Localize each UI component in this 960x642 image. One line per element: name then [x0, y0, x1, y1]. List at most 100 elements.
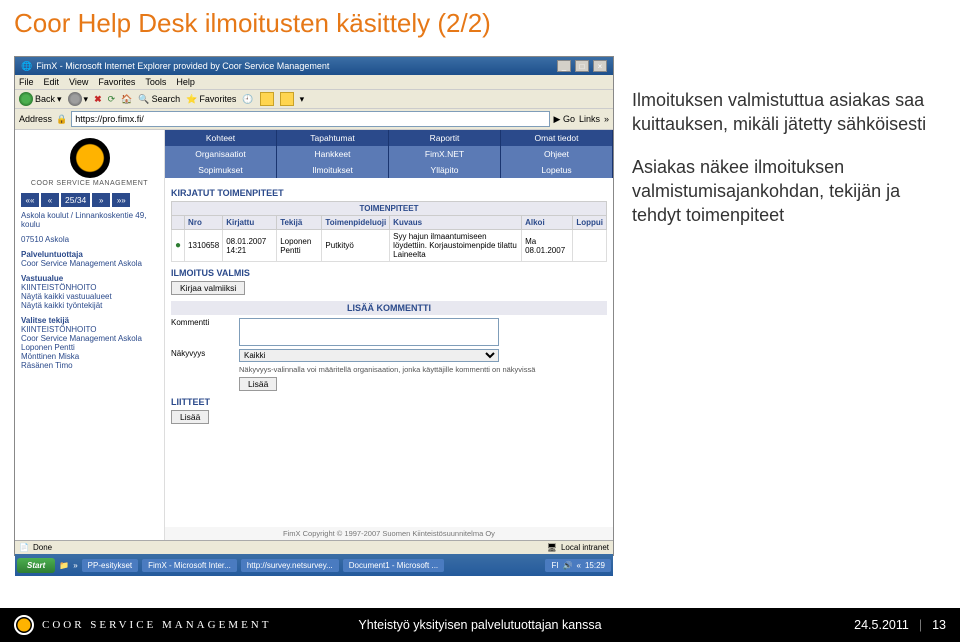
stop-button[interactable]: ✖ — [94, 94, 102, 105]
pager-last[interactable]: »» — [112, 193, 130, 207]
ie-statusbar: 📄 Done 🖥 Local intranet — [15, 540, 613, 554]
pager-next[interactable]: » — [92, 193, 110, 207]
history-button[interactable]: 🕘 — [242, 94, 253, 105]
refresh-button[interactable]: ⟳ — [108, 94, 116, 105]
cell-nro: 1310658 — [185, 230, 223, 262]
zone-icon: 🖥 — [547, 543, 557, 552]
location-line2: 07510 Askola — [21, 235, 158, 244]
pager-first[interactable]: «« — [21, 193, 39, 207]
nakyvyys-select[interactable]: Kaikki — [239, 349, 499, 362]
back-button[interactable]: Back ▾ — [19, 92, 62, 106]
nav-ilmoitukset[interactable]: Ilmoitukset — [277, 162, 389, 178]
nav-kohteet[interactable]: Kohteet — [165, 130, 277, 146]
nakyvyys-note: Näkyvyys-valinnalla voi määritellä organ… — [239, 365, 607, 374]
task-1[interactable]: FimX - Microsoft Inter... — [142, 559, 237, 572]
worker-0[interactable]: Coor Service Management Askola — [21, 334, 158, 343]
footer-logo-icon — [14, 615, 34, 635]
address-bar: Address 🔒 ▶ Go Links » — [15, 109, 613, 130]
nav-raportit[interactable]: Raportit — [389, 130, 501, 146]
app-sidebar: COOR SERVICE MANAGEMENT «« « 25/34 » »» … — [15, 130, 165, 540]
responsible-value: Coor Service Management Askola — [21, 259, 158, 268]
th-blank — [172, 216, 185, 230]
windows-taskbar: Start 📁 » PP-esitykset FimX - Microsoft … — [15, 554, 613, 576]
footer-date: 24.5.2011 — [854, 618, 909, 632]
quicklaunch-more[interactable]: » — [73, 561, 77, 570]
nav-omat[interactable]: Omat tiedot — [501, 130, 613, 146]
print-icon[interactable] — [280, 92, 294, 106]
coor-logo — [70, 138, 110, 178]
location-line1: Askola koulut / Linnankoskentie 49, koul… — [21, 211, 158, 229]
kommentti-label: Kommentti — [171, 318, 231, 327]
tray-more[interactable]: « — [577, 561, 581, 570]
status-dot-icon: ● — [175, 240, 181, 251]
tray-lang[interactable]: FI — [551, 561, 558, 570]
select-worker-value: KIINTEISTÖNHOITO — [21, 325, 158, 334]
th-kirjattu: Kirjattu — [223, 216, 277, 230]
links-label[interactable]: Links — [579, 114, 600, 124]
nav-yllapito[interactable]: Ylläpito — [389, 162, 501, 178]
task-3[interactable]: Document1 - Microsoft ... — [343, 559, 444, 572]
maximize-button[interactable]: □ — [575, 60, 589, 72]
menu-tools[interactable]: Tools — [145, 77, 166, 87]
nav-sopimukset[interactable]: Sopimukset — [165, 162, 277, 178]
link-show-workers[interactable]: Näytä kaikki työntekijät — [21, 301, 158, 310]
footer-separator: | — [919, 618, 922, 632]
worker-3[interactable]: Räsänen Timo — [21, 361, 158, 370]
done-icon: 📄 — [19, 543, 29, 552]
menu-view[interactable]: View — [69, 77, 88, 87]
search-button[interactable]: 🔍 Search — [138, 94, 180, 105]
menu-help[interactable]: Help — [176, 77, 195, 87]
kommentti-input[interactable] — [239, 318, 499, 346]
section-liitteet: LIITTEET — [171, 397, 607, 407]
nav-lopetus[interactable]: Lopetus — [501, 162, 613, 178]
nav-ohjeet[interactable]: Ohjeet — [501, 146, 613, 162]
lisaa-kommentti-button[interactable]: Lisää — [239, 377, 277, 391]
minimize-button[interactable]: _ — [557, 60, 571, 72]
go-button[interactable]: ▶ Go — [554, 114, 575, 125]
start-button[interactable]: Start — [17, 558, 55, 573]
footer-page: 13 — [932, 618, 946, 632]
area-label: Vastuualue — [21, 274, 158, 283]
tray-icon[interactable]: 🔊 — [563, 561, 573, 570]
th-nro: Nro — [185, 216, 223, 230]
th-loppui: Loppui — [573, 216, 607, 230]
nav-fimxnet[interactable]: FimX.NET — [389, 146, 501, 162]
kirjaa-valmiiksi-button[interactable]: Kirjaa valmiiksi — [171, 281, 245, 295]
table-row[interactable]: ● 1310658 08.01.2007 14:21 Loponen Pentt… — [172, 230, 607, 262]
section-lisaa-kommentti: LISÄÄ KOMMENTTI — [171, 301, 607, 315]
nav-organisaatiot[interactable]: Organisaatiot — [165, 146, 277, 162]
cell-loppui — [573, 230, 607, 262]
slide-footer: COOR SERVICE MANAGEMENT Yhteistyö yksity… — [0, 608, 960, 642]
mail-icon[interactable] — [260, 92, 274, 106]
annotation-1: Ilmoituksen valmistuttua asiakas saa kui… — [632, 88, 932, 137]
sidebar-brand: COOR SERVICE MANAGEMENT — [21, 180, 158, 187]
back-icon — [19, 92, 33, 106]
ie-toolbar: Back ▾ ▾ ✖ ⟳ 🏠 🔍 Search ⭐ Favorites 🕘 ▾ — [15, 90, 613, 109]
task-2[interactable]: http://survey.netsurvey... — [241, 559, 339, 572]
worker-1[interactable]: Loponen Pentti — [21, 343, 158, 352]
toimenpiteet-table: TOIMENPITEET Nro Kirjattu Tekijä Toimenp… — [171, 201, 607, 262]
pager-prev[interactable]: « — [41, 193, 59, 207]
toolbar-more[interactable]: ▾ — [300, 94, 305, 105]
links-chevron[interactable]: » — [604, 114, 609, 124]
section-valmis: ILMOITUS VALMIS — [171, 268, 607, 278]
ie-icon: 🌐 — [21, 61, 32, 72]
link-show-areas[interactable]: Näytä kaikki vastuualueet — [21, 292, 158, 301]
nav-tapahtumat[interactable]: Tapahtumat — [277, 130, 389, 146]
favorites-button[interactable]: ⭐ Favorites — [186, 94, 236, 105]
menu-file[interactable]: File — [19, 77, 34, 87]
forward-button[interactable]: ▾ — [68, 92, 89, 106]
status-zone: Local intranet — [561, 543, 609, 552]
home-button[interactable]: 🏠 — [121, 94, 132, 105]
quicklaunch-icon[interactable]: 📁 — [59, 561, 69, 570]
task-0[interactable]: PP-esitykset — [82, 559, 138, 572]
nav-hankkeet[interactable]: Hankkeet — [277, 146, 389, 162]
worker-2[interactable]: Mönttinen Miska — [21, 352, 158, 361]
menu-edit[interactable]: Edit — [44, 77, 60, 87]
menu-favorites[interactable]: Favorites — [98, 77, 135, 87]
close-button[interactable]: × — [593, 60, 607, 72]
url-input[interactable] — [71, 111, 549, 127]
lisaa-liite-button[interactable]: Lisää — [171, 410, 209, 424]
app-copyright: FimX Copyright © 1997-2007 Suomen Kiinte… — [165, 527, 613, 540]
forward-icon — [68, 92, 82, 106]
